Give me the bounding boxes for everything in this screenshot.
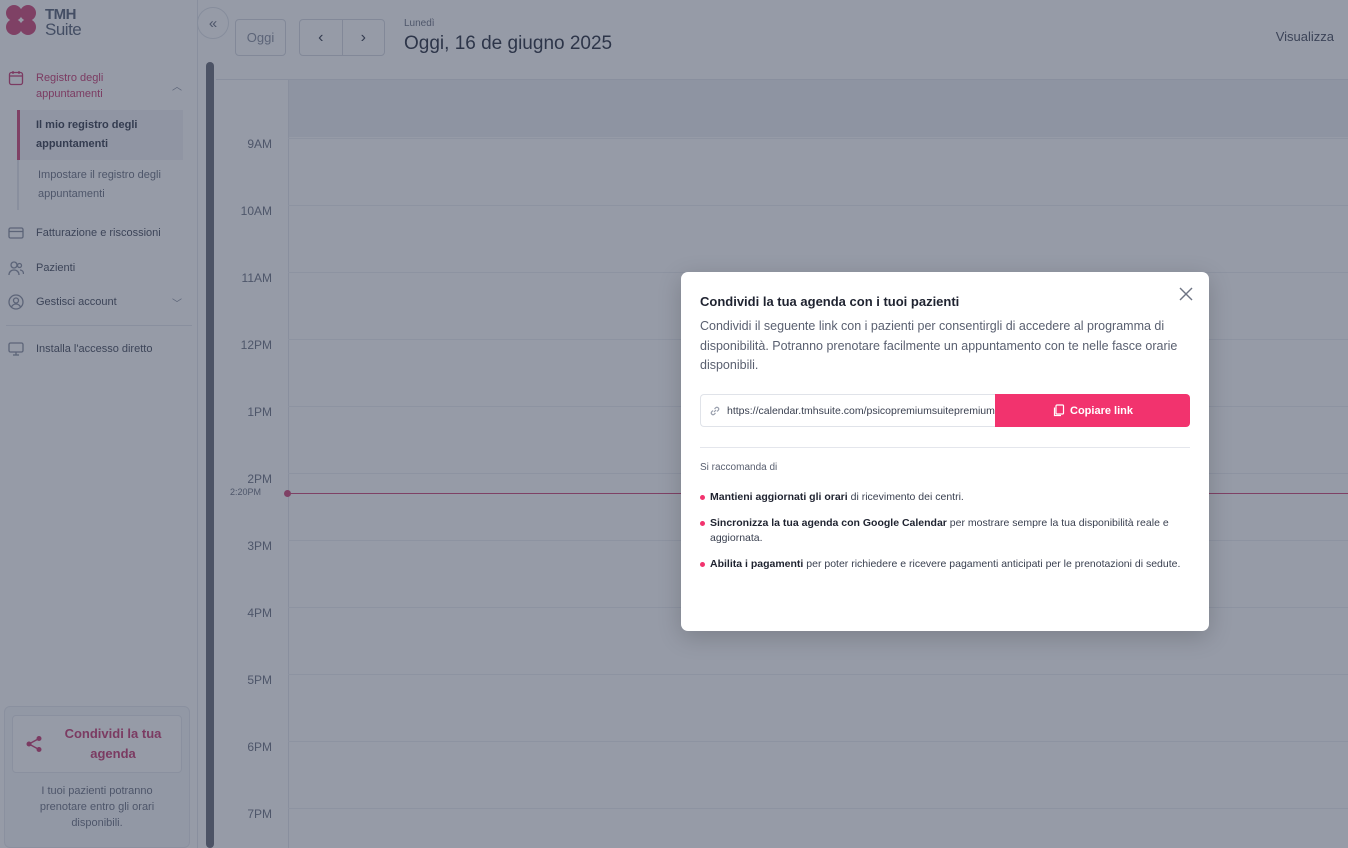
recommendation-bold: Mantieni aggiornati gli orari	[710, 491, 848, 503]
recommendations-title: Si raccomanda di	[700, 462, 778, 473]
copy-link-button[interactable]: Copiare link	[995, 394, 1190, 427]
recommendation-text: di ricevimento dei centri.	[847, 491, 964, 503]
share-link-row: https://calendar.tmhsuite.com/psicopremi…	[700, 394, 1190, 427]
share-link-field[interactable]: https://calendar.tmhsuite.com/psicopremi…	[700, 394, 995, 427]
recommendation-bold: Abilita i pagamenti	[710, 557, 804, 570]
share-link-value: https://calendar.tmhsuite.com/psicopremi…	[727, 404, 995, 417]
recommendation-item: Abilita i pagamenti per poter richiedere…	[700, 557, 1190, 573]
copy-icon	[1053, 404, 1065, 417]
share-agenda-modal: Condividi la tua agenda con i tuoi pazie…	[681, 272, 1209, 631]
recommendation-item: Sincronizza la tua agenda con Google Cal…	[700, 516, 1190, 547]
recommendation-bold: Sincronizza la tua agenda con Google Cal…	[710, 516, 947, 529]
close-icon[interactable]	[1178, 286, 1194, 302]
modal-title: Condividi la tua agenda con i tuoi pazie…	[700, 294, 960, 309]
recommendation-text: per poter richiedere e ricevere pagament…	[803, 557, 1181, 570]
recommendations-list: Mantieni aggiornati gli orari di ricevim…	[700, 490, 1190, 582]
modal-description: Condividi il seguente link con i pazient…	[700, 319, 1178, 372]
copy-link-label: Copiare link	[1070, 404, 1133, 417]
link-icon	[710, 406, 720, 415]
recommendation-item: Mantieni aggiornati gli orari di ricevim…	[700, 490, 1190, 506]
modal-divider	[700, 447, 1190, 448]
